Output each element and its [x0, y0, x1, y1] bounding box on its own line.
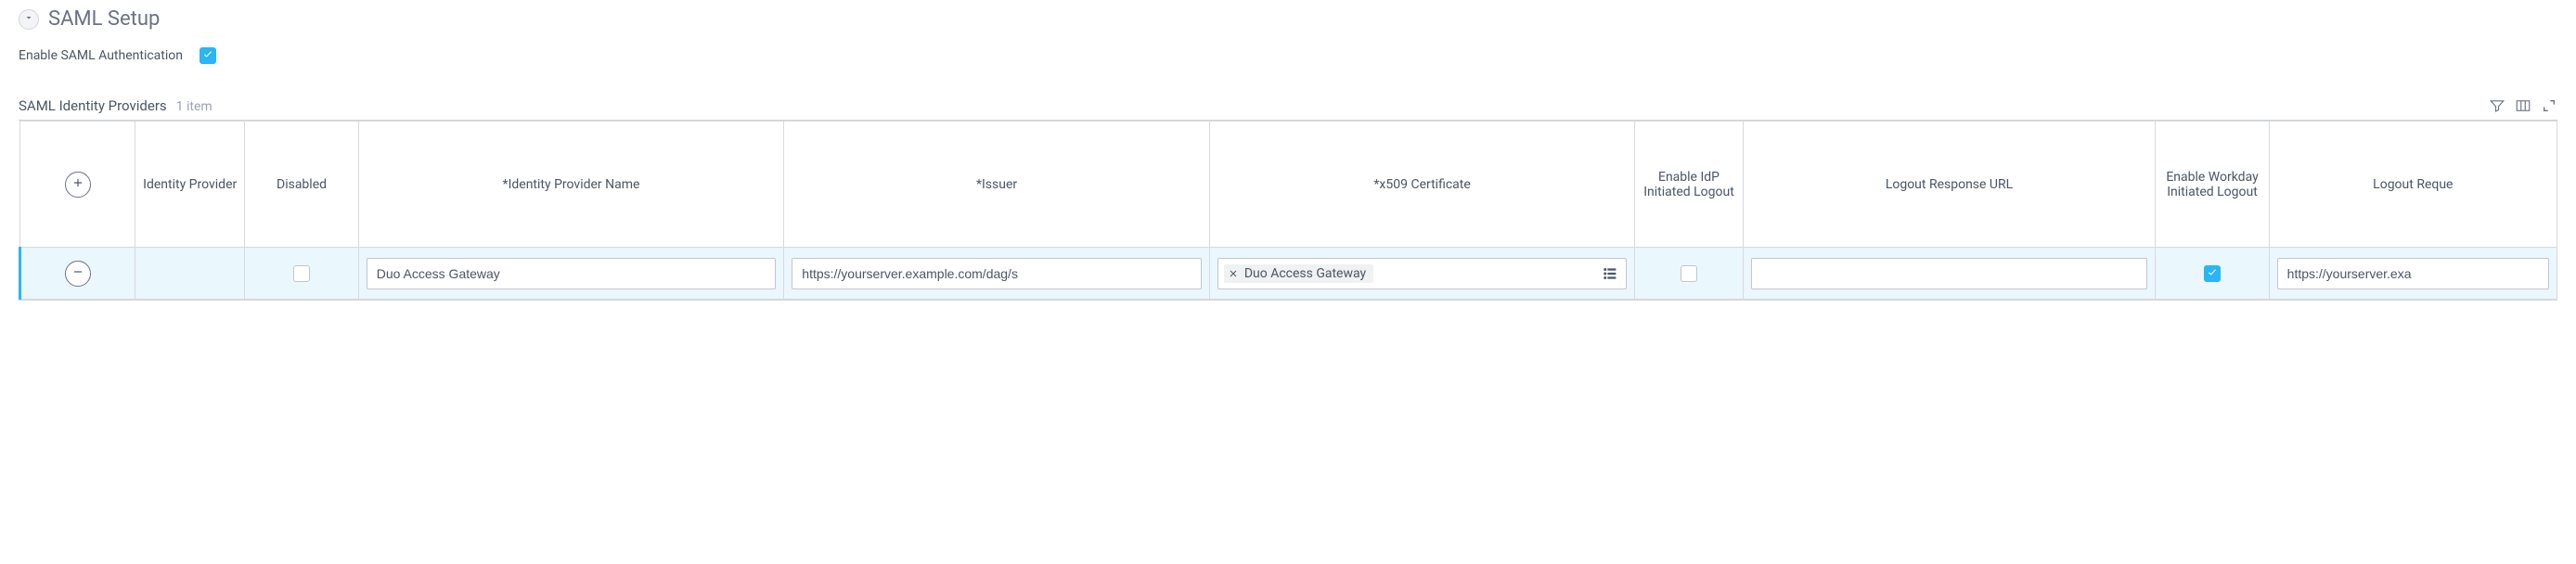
check-icon	[2207, 266, 2218, 281]
chevron-down-icon	[23, 12, 34, 27]
identity-provider-cell	[135, 248, 245, 300]
disabled-checkbox[interactable]	[293, 265, 310, 282]
enable-workday-logout-checkbox[interactable]	[2204, 265, 2221, 282]
check-icon	[202, 48, 213, 63]
remove-row-button[interactable]	[65, 261, 91, 287]
col-header-name: *Identity Provider Name	[358, 122, 784, 248]
x509-cert-field[interactable]: Duo Access Gateway	[1217, 258, 1628, 289]
enable-saml-label: Enable SAML Authentication	[19, 48, 183, 63]
minus-icon	[71, 265, 84, 282]
col-header-enable-idp-logout: Enable IdP Initiated Logout	[1635, 122, 1743, 248]
cert-list-icon[interactable]	[1602, 265, 1618, 282]
filter-icon[interactable]	[2489, 97, 2505, 114]
col-header-logout-request: Logout Reque	[2269, 122, 2557, 248]
cert-token-label: Duo Access Gateway	[1244, 266, 1366, 281]
fullscreen-icon[interactable]	[2541, 97, 2557, 114]
issuer-input[interactable]	[792, 258, 1202, 289]
section-collapse-button[interactable]	[19, 9, 39, 30]
enable-idp-logout-checkbox[interactable]	[1681, 265, 1697, 282]
col-header-identity-provider: Identity Provider	[135, 122, 245, 248]
remove-cert-button[interactable]	[1228, 268, 1239, 279]
enable-saml-checkbox[interactable]	[200, 47, 216, 64]
section-title: SAML Setup	[48, 7, 160, 31]
col-header-cert: *x509 Certificate	[1209, 122, 1635, 248]
col-header-logout-response-url: Logout Response URL	[1743, 122, 2156, 248]
col-header-issuer: *Issuer	[784, 122, 1210, 248]
col-header-disabled: Disabled	[245, 122, 358, 248]
table-row: Duo Access Gateway	[20, 248, 2557, 300]
identity-provider-name-input[interactable]	[367, 258, 777, 289]
logout-response-url-input[interactable]	[1751, 258, 2148, 289]
add-row-button[interactable]	[65, 172, 91, 198]
cert-token: Duo Access Gateway	[1224, 264, 1373, 283]
table-item-count: 1 item	[176, 99, 213, 114]
logout-request-url-input[interactable]	[2277, 258, 2549, 289]
columns-icon[interactable]	[2515, 97, 2531, 114]
table-title: SAML Identity Providers	[19, 97, 167, 114]
col-header-enable-workday-logout: Enable Workday Initiated Logout	[2156, 122, 2269, 248]
plus-icon	[71, 176, 84, 193]
